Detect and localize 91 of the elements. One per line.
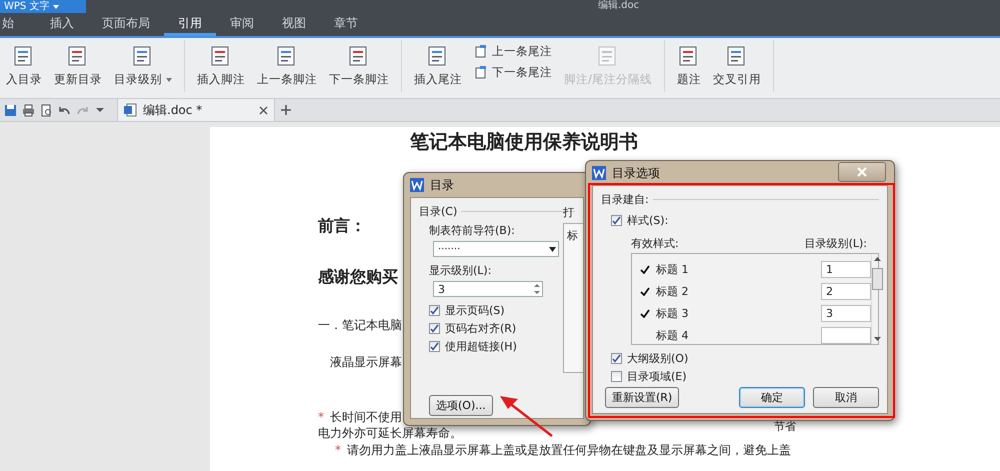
- leader-select[interactable]: ·······: [433, 241, 559, 257]
- caret-icon: [549, 246, 556, 252]
- checkbox-label: 样式(S):: [627, 213, 668, 228]
- scroll-up-icon[interactable]: [874, 257, 881, 261]
- save-icon[interactable]: [4, 104, 17, 116]
- ribbon-button[interactable]: 题注: [670, 44, 707, 87]
- level-input[interactable]: 2: [821, 282, 871, 300]
- preview-icon[interactable]: [40, 104, 53, 116]
- checkbox[interactable]: [611, 371, 622, 382]
- checkbox-label: 大纲级别(O): [627, 351, 688, 366]
- bullet-marker: *: [335, 442, 341, 458]
- window-title: 编辑.doc: [598, 0, 640, 12]
- ribbon-button[interactable]: 插入尾注: [408, 44, 468, 87]
- scroll-thumb[interactable]: [872, 268, 883, 290]
- group-label: 打: [563, 205, 575, 220]
- checkbox[interactable]: [611, 215, 622, 226]
- style-name: 标题 2: [656, 284, 690, 298]
- bullet-marker: *: [318, 410, 324, 424]
- ribbon-tab[interactable]: 视图: [268, 14, 320, 36]
- level-spinner[interactable]: 3: [433, 281, 543, 297]
- field-label: 制表符前导符(B):: [429, 223, 516, 238]
- add-icon[interactable]: [280, 104, 292, 116]
- checkbox-label: 页码右对齐(R): [445, 321, 516, 336]
- column-header: 目录级别(L):: [804, 236, 867, 251]
- close-button[interactable]: [838, 162, 886, 182]
- document-text: 电力外亦可延长屏幕寿命。: [318, 426, 462, 441]
- ribbon-button[interactable]: 上一条尾注: [474, 44, 552, 59]
- ribbon-button[interactable]: 插入脚注: [191, 44, 251, 87]
- caret-icon: [53, 4, 60, 8]
- group-label: 目录建自:: [601, 192, 649, 207]
- document-text: 长时间不使用: [330, 410, 402, 424]
- spinner-arrows-icon[interactable]: [532, 282, 542, 296]
- ribbon-tab[interactable]: 审阅: [216, 14, 268, 36]
- checkbox-label: 目录项域(E): [627, 369, 687, 384]
- field-label: 显示级别(L):: [429, 263, 492, 278]
- ribbon-button[interactable]: 交叉引用: [706, 44, 767, 87]
- scrollbar[interactable]: [871, 254, 883, 344]
- style-name: 标题 4: [656, 328, 690, 342]
- dialog-button[interactable]: 重新设置(R): [605, 387, 680, 408]
- group-label: 目录(C): [419, 204, 458, 219]
- style-row[interactable]: 标题 1 1: [640, 260, 871, 278]
- close-icon[interactable]: [259, 106, 268, 114]
- app-icon: [410, 178, 424, 192]
- level-input[interactable]: 3: [821, 304, 871, 322]
- print-icon[interactable]: [22, 104, 35, 116]
- ribbon-button[interactable]: 下一条脚注: [323, 44, 395, 87]
- ribbon-button[interactable]: 入目录: [0, 44, 48, 87]
- preview-text: 标: [567, 229, 578, 242]
- ribbon-tab[interactable]: 页面布局: [88, 14, 164, 36]
- document-text: 一．笔记本电脑: [318, 318, 402, 333]
- style-row[interactable]: 标题 2 2: [640, 282, 871, 300]
- checkbox-label: 使用超链接(H): [445, 339, 517, 354]
- document-title: 笔记本电脑使用保养说明书: [410, 131, 638, 154]
- ribbon-tab[interactable]: 章节: [320, 14, 372, 36]
- ribbon-icon: [474, 66, 488, 80]
- document-text: 请勿用力盖上液晶显示屏幕上盖或是放置任何异物在键盘及显示屏幕之间，避免上盖: [347, 442, 791, 458]
- column-header: 有效样式:: [631, 236, 679, 251]
- level-input[interactable]: [821, 326, 871, 344]
- document-heading: 前言：: [318, 216, 366, 235]
- checkbox[interactable]: [429, 305, 440, 316]
- document-text: 液晶显示屏幕: [330, 354, 402, 369]
- ribbon-button[interactable]: 下一条尾注: [474, 65, 552, 80]
- dialog-button[interactable]: 取消: [813, 387, 879, 408]
- scroll-down-icon[interactable]: [874, 337, 881, 341]
- style-name: 标题 1: [656, 262, 690, 276]
- checkbox[interactable]: [429, 323, 440, 334]
- style-row[interactable]: 标题 3 3: [640, 304, 871, 322]
- dialog-button[interactable]: 确定: [739, 387, 805, 408]
- document-icon: [124, 103, 137, 117]
- document-text: 节省: [774, 420, 796, 434]
- ribbon-icon: [474, 44, 488, 58]
- ribbon-button[interactable]: 更新目录: [48, 44, 108, 87]
- ribbon-button[interactable]: 上一条脚注: [251, 44, 323, 87]
- style-name: 标题 3: [656, 306, 690, 320]
- ribbon-tab[interactable]: 插入: [36, 14, 88, 36]
- document-tab[interactable]: 编辑.doc *: [117, 99, 275, 121]
- dialog-title: 目录选项: [612, 164, 660, 182]
- checkbox[interactable]: [429, 341, 440, 352]
- level-input[interactable]: 1: [821, 260, 871, 278]
- close-icon: [857, 167, 867, 177]
- options-button[interactable]: 选项(O)...: [429, 395, 493, 416]
- ribbon-tab[interactable]: 始: [0, 14, 36, 36]
- document-heading: 感谢您购买: [318, 266, 398, 286]
- app-icon: [592, 166, 606, 180]
- app-menu-button[interactable]: WPS 文字: [0, 0, 86, 13]
- dialog-title: 目录: [430, 176, 454, 194]
- caret-icon: [166, 78, 172, 82]
- style-row[interactable]: 标题 4: [640, 326, 871, 344]
- ribbon-button[interactable]: 目录级别: [108, 44, 178, 87]
- checkbox[interactable]: [611, 353, 622, 364]
- checkbox-label: 显示页码(S): [445, 303, 505, 318]
